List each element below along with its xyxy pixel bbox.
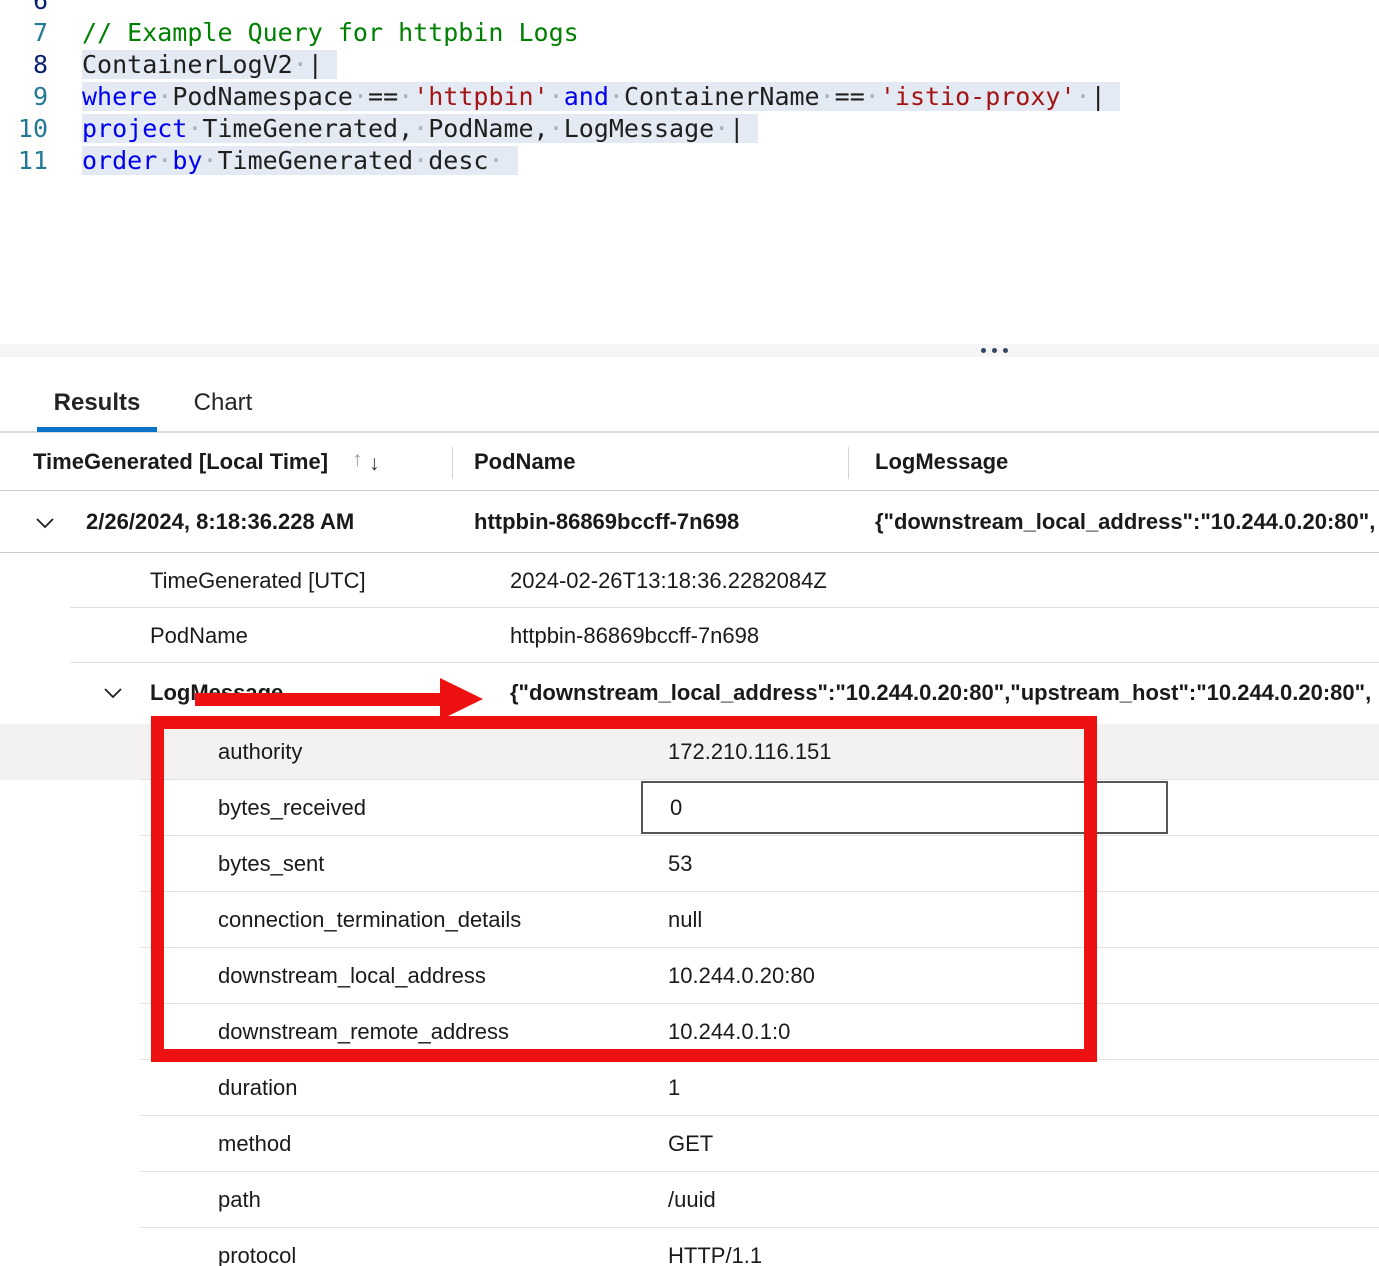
line-number: 9 [0,81,48,113]
log-field-value[interactable]: GET [668,1116,713,1172]
code-text[interactable]: order·by·TimeGenerated·desc· [82,145,518,177]
log-field-label: authority [218,724,302,780]
line-number: 8 [0,49,48,81]
focused-cell[interactable]: 0 [641,781,1168,834]
log-field-value[interactable]: 10.244.0.20:80 [668,948,815,1004]
log-field-label: bytes_received [218,780,366,836]
log-analytics-pane: 67 // Example Query for httpbin Logs 8 Cont… [0,0,1379,1266]
log-field-row[interactable]: bytes_received 0 [0,780,1379,836]
code-line[interactable]: 8 ContainerLogV2·| [0,49,1379,81]
query-editor[interactable]: 67 // Example Query for httpbin Logs 8 Cont… [0,0,1379,177]
column-header-timegenerated[interactable]: TimeGenerated [Local Time] [33,433,328,491]
line-number: 11 [0,145,48,177]
column-header-podname[interactable]: PodName [474,433,575,491]
detail-value[interactable]: {"downstream_local_address":"10.244.0.20… [510,663,1379,722]
code-line[interactable]: 11 order·by·TimeGenerated·desc· [0,145,1379,177]
code-line[interactable]: 7 // Example Query for httpbin Logs [0,17,1379,49]
splitter-grip-icon [981,348,1008,353]
log-field-label: method [218,1116,291,1172]
log-field-row[interactable]: path/uuid [0,1172,1379,1228]
log-field-value[interactable]: 53 [668,836,692,892]
tab-results-label: Results [54,389,141,417]
log-field-label: connection_termination_details [218,892,521,948]
code-line[interactable]: 6 [0,0,1379,17]
detail-value[interactable]: 2024-02-26T13:18:36.2282084Z [510,553,827,608]
log-field-label: downstream_local_address [218,948,486,1004]
detail-row-timegenerated-utc[interactable]: TimeGenerated [UTC] 2024-02-26T13:18:36.… [0,553,1379,608]
column-resizer[interactable] [848,447,849,479]
log-field-row[interactable]: downstream_local_address 10.244.0.20:80 [0,948,1379,1004]
detail-row-logmessage[interactable]: LogMessage {"downstream_local_address":"… [0,663,1379,724]
code-text[interactable]: where·PodNamespace·==·'httpbin'·and·Cont… [82,81,1120,113]
cell-podname[interactable]: httpbin-86869bccff-7n698 [474,492,739,552]
cell-logmessage[interactable]: {"downstream_local_address":"10.244.0.20… [875,492,1379,552]
sort-desc-icon[interactable]: ↓ [369,437,380,491]
log-field-row[interactable]: method GET [0,1116,1379,1172]
detail-row-podname[interactable]: PodName httpbin-86869bccff-7n698 [0,608,1379,663]
code-line[interactable]: 9 where·PodNamespace·==·'httpbin'·and·Con… [0,81,1379,113]
detail-label: TimeGenerated [UTC] [150,553,366,608]
log-field-value[interactable]: 10.244.0.1:0 [668,1004,790,1060]
cell-timegenerated[interactable]: 2/26/2024, 8:18:36.228 AM [86,492,354,552]
log-field-label: protocol [218,1228,296,1266]
column-resizer[interactable] [452,447,453,479]
results-table-header: TimeGenerated [Local Time] ↑ ↓ PodName L… [0,433,1379,491]
line-number: 10 [0,113,48,145]
log-field-label: path [218,1172,261,1228]
chevron-down-icon[interactable] [104,687,122,699]
code-text[interactable]: project·TimeGenerated,·PodName,·LogMessa… [82,113,758,145]
splitter-handle[interactable] [0,344,1379,357]
log-field-list: authority172.210.116.151bytes_received0b… [0,724,1379,1266]
log-field-label: duration [218,1060,298,1116]
code-line[interactable]: 10 project·TimeGenerated,·PodName,·LogMes… [0,113,1379,145]
tab-chart-label: Chart [194,389,253,417]
log-field-value[interactable]: /uuid [668,1172,716,1228]
log-field-row[interactable]: bytes_sent 53 [0,836,1379,892]
results-tabs: Results Chart [37,374,273,432]
log-field-value[interactable]: null [668,892,702,948]
log-field-row[interactable]: authority 172.210.116.151 [0,724,1379,780]
tab-chart[interactable]: Chart [173,374,273,432]
log-field-value[interactable]: 1 [668,1060,680,1116]
line-number: 7 [0,17,48,49]
log-field-row[interactable]: duration 1 [0,1060,1379,1116]
log-field-label: bytes_sent [218,836,324,892]
log-field-label: downstream_remote_address [218,1004,509,1060]
detail-label: PodName [150,608,248,663]
code-text[interactable]: ContainerLogV2·| [82,49,337,81]
code-text[interactable]: // Example Query for httpbin Logs [82,17,579,49]
log-field-value[interactable]: HTTP/1.1 [668,1228,762,1266]
tab-results[interactable]: Results [37,374,157,432]
log-field-row[interactable]: protocol HTTP/1.1 [0,1228,1379,1266]
log-field-row[interactable]: downstream_remote_address 10.244.0.1:0 [0,1004,1379,1060]
log-field-value[interactable]: 172.210.116.151 [668,724,832,780]
log-field-row[interactable]: connection_termination_details null [0,892,1379,948]
chevron-down-icon[interactable] [36,517,54,529]
line-number: 6 [0,0,48,17]
detail-value[interactable]: httpbin-86869bccff-7n698 [510,608,759,663]
column-header-logmessage[interactable]: LogMessage [875,433,1008,491]
table-row[interactable]: 2/26/2024, 8:18:36.228 AM httpbin-86869b… [0,492,1379,553]
sort-asc-icon[interactable]: ↑ [352,433,363,487]
detail-label: LogMessage [150,663,283,722]
log-field-value[interactable]: 0 [670,783,682,832]
